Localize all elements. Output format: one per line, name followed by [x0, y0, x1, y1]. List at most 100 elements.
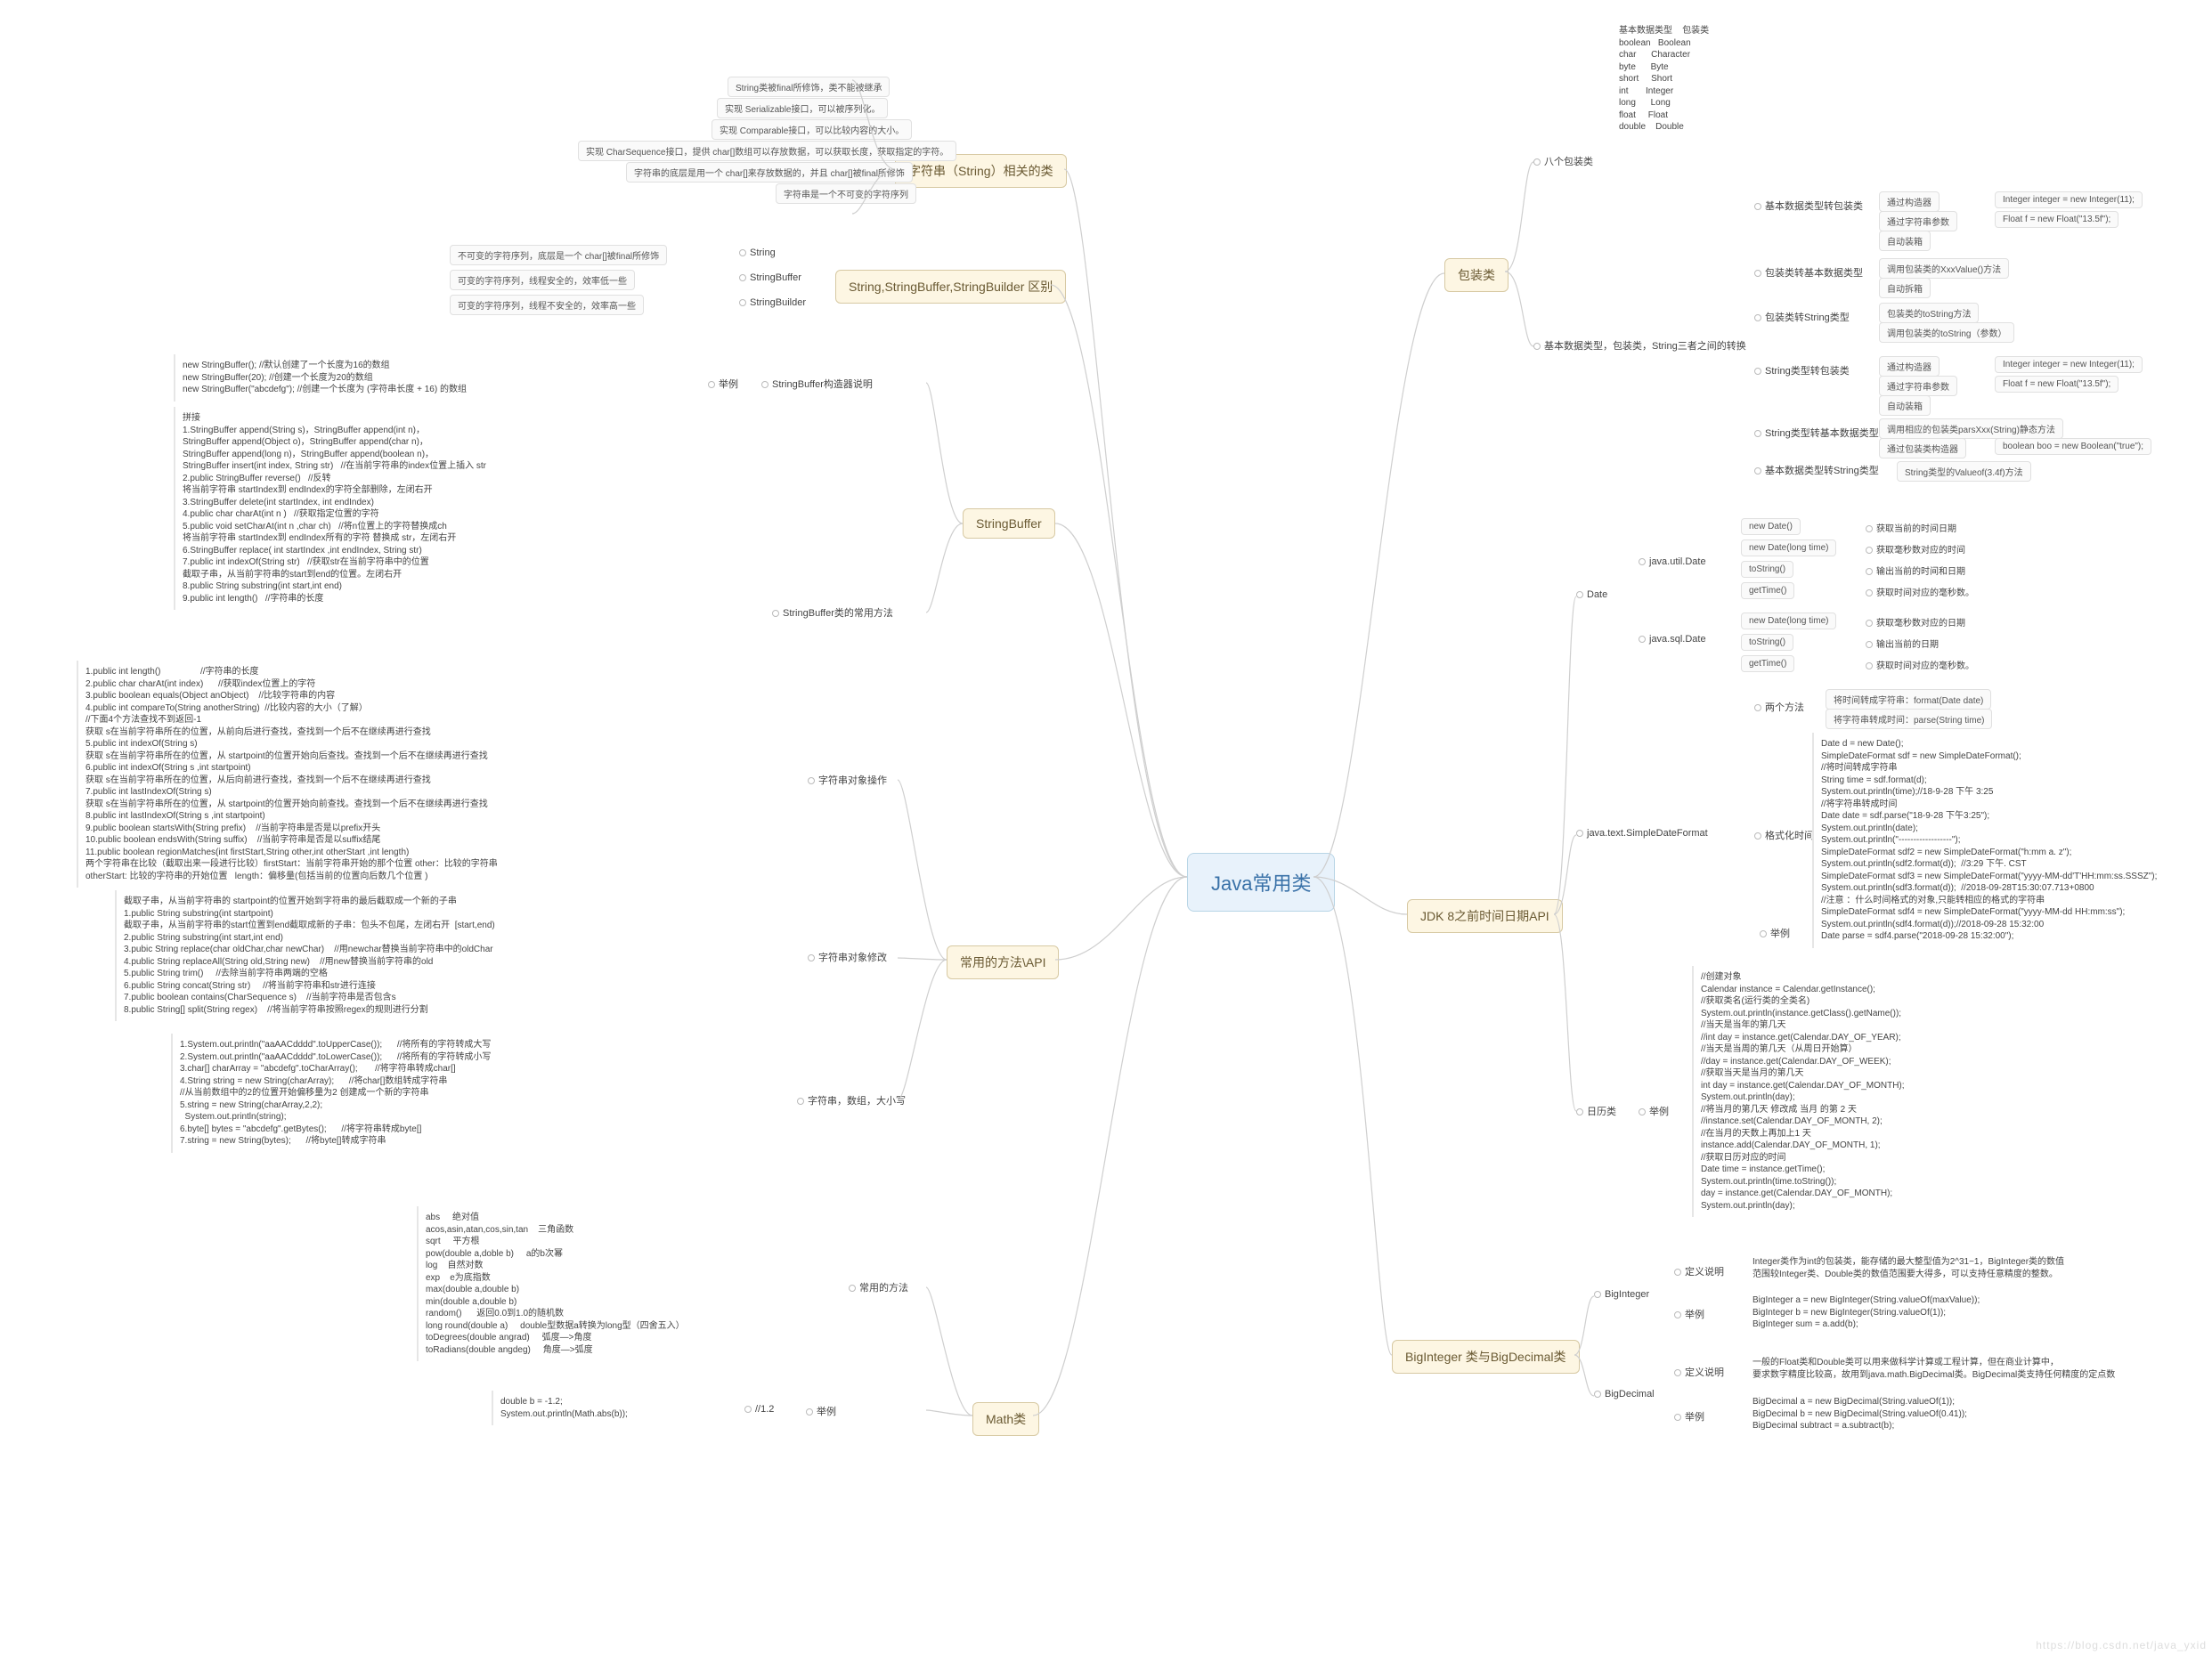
bigdec-def: 一般的Float类和Double类可以用来做科学计算或工程计算，但在商业计算中，…: [1745, 1351, 2205, 1386]
wrap-conv-ex: Integer integer = new Integer(11);: [1995, 356, 2143, 373]
topic-wrapper[interactable]: 包装类: [1444, 258, 1509, 292]
wrap-conv-label: 包装类转基本数据类型: [1754, 265, 1863, 280]
cal-lines: //创建对象Calendar instance = Calendar.getIn…: [1692, 966, 2064, 1217]
wrapper-convert-label: 基本数据类型，包装类，String三者之间的转换: [1533, 338, 1746, 353]
date-desc: 获取时间对应的毫秒数。: [1866, 658, 1974, 671]
date-method: new Date(long time): [1741, 613, 1836, 629]
wrap-conv-label: 基本数据类型转包装类: [1754, 199, 1863, 213]
date-label: Date: [1576, 589, 1607, 600]
bigdec-ex: BigDecimal a = new BigDecimal(String.val…: [1745, 1391, 2134, 1438]
string-ops-block: 1.public int length() //字符串的长度2.public c…: [77, 661, 805, 888]
sb-common: StringBuffer类的常用方法: [772, 605, 893, 620]
topic-bignum[interactable]: BigInteger 类与BigDecimal类: [1392, 1340, 1580, 1374]
string-misc-block: 1.System.out.println("aaAACdddd".toUpper…: [171, 1034, 801, 1153]
string-class-leaf: String类被final所修饰，类不能被继承: [728, 77, 890, 97]
date-method: new Date(): [1741, 518, 1801, 535]
wrap-conv-method: 通过字符串参数: [1879, 211, 1957, 231]
wrapper-table: 基本数据类型 包装类 boolean Booleanchar Character…: [1612, 20, 1795, 139]
math-ex-block: double b = -1.2;System.out.println(Math.…: [492, 1391, 739, 1425]
string-mod-block: 截取子串，从当前字符串的 startpoint的位置开始到字符串的最后截取成一个…: [115, 890, 790, 1021]
wrap-prim-to-str-val: String类型的Valueof(3.4f)方法: [1897, 461, 2031, 482]
sb-ctor-ex: 举例: [708, 377, 738, 391]
date-desc: 获取毫秒数对应的日期: [1866, 615, 1965, 629]
date-desc: 输出当前的时间和日期: [1866, 564, 1965, 577]
date-desc: 获取时间对应的毫秒数。: [1866, 585, 1974, 598]
date-method: getTime(): [1741, 582, 1794, 599]
wrap-conv-method: 调用相应的包装类parsXxx(String)静态方法: [1879, 418, 2063, 439]
string-diff-desc: 可变的字符序列，线程安全的，效率低一些: [450, 270, 635, 290]
string-class-leaf: 实现 CharSequence接口，提供 char[]数组可以存放数据，可以获取…: [578, 141, 956, 161]
sdf-two-1: 将时间转成字符串：format(Date date): [1826, 689, 1991, 710]
cal-label: 日历类: [1576, 1104, 1616, 1118]
watermark: https://blog.csdn.net/java_yxid: [2036, 1639, 2207, 1651]
wrap-conv-label: 包装类转String类型: [1754, 310, 1850, 324]
bigint-label: BigInteger: [1594, 1289, 1649, 1300]
sdf-two-label: 两个方法: [1754, 700, 1804, 714]
sb-methods-block: 拼接1.StringBuffer append(String s)，String…: [174, 407, 769, 610]
date-util-label: java.util.Date: [1639, 556, 1706, 567]
string-class-leaf: 实现 Comparable接口，可以比较内容的大小。: [712, 119, 912, 140]
sdf-two-2: 将字符串转成时间：parse(String time): [1826, 709, 1992, 729]
wrap-conv-ex: Float f = new Float("13.5f");: [1995, 376, 2118, 393]
string-diff-cls: StringBuilder: [739, 297, 806, 308]
math-methods-label: 常用的方法: [849, 1280, 908, 1294]
wrap-conv-method: 自动装箱: [1879, 395, 1931, 416]
topic-jdk8[interactable]: JDK 8之前时间日期API: [1407, 899, 1563, 933]
wrap-prim-to-str-label: 基本数据类型转String类型: [1754, 463, 1879, 477]
wrap-conv-label: String类型转包装类: [1754, 363, 1850, 377]
date-desc: 输出当前的日期: [1866, 637, 1939, 650]
wrap-conv-method: 通过包装类构造器: [1879, 438, 1966, 458]
wrap-conv-method: 自动装箱: [1879, 231, 1931, 251]
math-ex-val: //1.2: [744, 1404, 774, 1415]
sb-ctor-label: StringBuffer构造器说明: [761, 377, 873, 391]
date-method: new Date(long time): [1741, 539, 1836, 556]
string-diff-cls: String: [739, 247, 776, 258]
bigint-ex-label: 举例: [1674, 1307, 1704, 1321]
string-class-leaf: 字符串是一个不可变的字符序列: [776, 183, 916, 204]
wrap-conv-method: 通过字符串参数: [1879, 376, 1957, 396]
wrap-conv-method: 自动拆箱: [1879, 278, 1931, 298]
string-ops-label: 字符串对象操作: [808, 773, 887, 787]
math-methods-block: abs 绝对值acos,asin,atan,cos,sin,tan 三角函数sq…: [417, 1206, 842, 1361]
wrap-conv-ex: Float f = new Float("13.5f");: [1995, 211, 2118, 228]
date-method: toString(): [1741, 561, 1793, 578]
wrap-conv-method: 调用包装类的XxxValue()方法: [1879, 258, 2009, 279]
sdf-label: java.text.SimpleDateFormat: [1576, 828, 1708, 839]
sdf-ex-label: 举例: [1760, 926, 1790, 940]
wrap-conv-label: String类型转基本数据类型: [1754, 426, 1879, 440]
cal-ex-label: 举例: [1639, 1104, 1669, 1118]
string-class-leaf: 字符串的底层是用一个 char[]来存放数据的，并且 char[]被final所…: [626, 162, 913, 183]
bigint-ex: BigInteger a = new BigInteger(String.val…: [1745, 1289, 2134, 1336]
topic-math[interactable]: Math类: [972, 1402, 1039, 1436]
bigdec-label: BigDecimal: [1594, 1389, 1655, 1399]
topic-common-api[interactable]: 常用的方法\API: [947, 945, 1059, 979]
string-diff-cls: StringBuffer: [739, 272, 801, 283]
sb-ctor-block: new StringBuffer(); //默认创建了一个长度为16的数组new…: [174, 354, 702, 402]
date-sql-label: java.sql.Date: [1639, 634, 1706, 645]
wrapper8-label: 八个包装类: [1533, 154, 1593, 168]
wrap-conv-ex: Integer integer = new Integer(11);: [1995, 191, 2143, 208]
wrap-conv-method: 包装类的toString方法: [1879, 303, 1979, 323]
wrap-conv-method: 调用包装类的toString（参数）: [1879, 322, 2014, 343]
topic-stringbuffer[interactable]: StringBuffer: [963, 508, 1055, 539]
bigdec-def-label: 定义说明: [1674, 1365, 1724, 1379]
date-method: getTime(): [1741, 655, 1794, 672]
date-desc: 获取毫秒数对应的时间: [1866, 542, 1965, 556]
topic-string-diff[interactable]: String,StringBuffer,StringBuilder 区别: [835, 270, 1066, 304]
string-mod-label: 字符串对象修改: [808, 950, 887, 964]
wrap-conv-method: 通过构造器: [1879, 191, 1940, 212]
string-misc-label: 字符串，数组，大小写: [797, 1093, 906, 1107]
date-desc: 获取当前的时间日期: [1866, 521, 1956, 534]
string-diff-desc: 可变的字符序列，线程不安全的，效率高一些: [450, 295, 644, 315]
sdf-fmt-label: 格式化时间: [1754, 828, 1814, 842]
string-diff-desc: 不可变的字符序列，底层是一个 char[]被final所修饰: [450, 245, 667, 265]
wrap-conv-ex: boolean boo = new Boolean("true");: [1995, 438, 2151, 455]
date-method: toString(): [1741, 634, 1793, 651]
bigint-def-label: 定义说明: [1674, 1264, 1724, 1278]
string-class-leaf: 实现 Serializable接口，可以被序列化。: [717, 98, 888, 118]
bigint-def: Integer类作为int的包装类，能存储的最大整型值为2^31−1，BigIn…: [1745, 1251, 2178, 1286]
wrap-conv-method: 通过构造器: [1879, 356, 1940, 377]
bigdec-ex-label: 举例: [1674, 1409, 1704, 1424]
sdf-lines: Date d = new Date();SimpleDateFormat sdf…: [1812, 733, 2202, 948]
root-node[interactable]: Java常用类: [1187, 853, 1335, 912]
